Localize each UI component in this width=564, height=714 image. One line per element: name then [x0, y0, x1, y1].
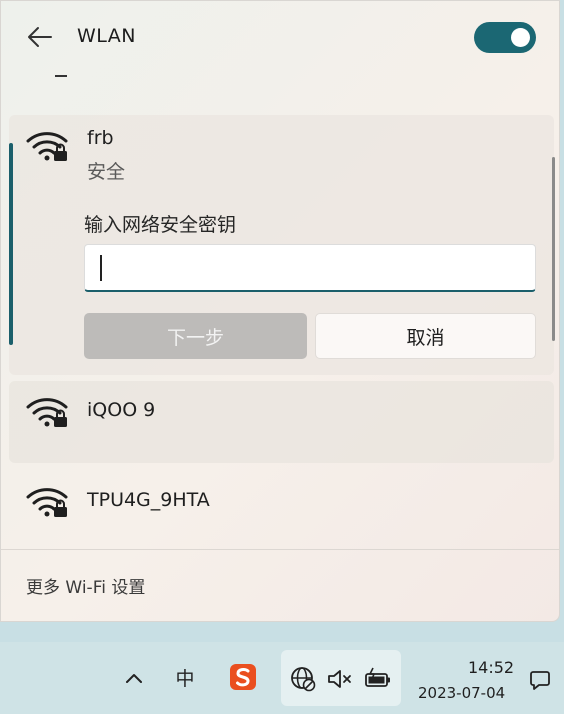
globe-blocked-icon [291, 667, 316, 692]
ime-mode-button[interactable]: 中 [170, 662, 200, 692]
battery-charging-icon [365, 667, 390, 687]
arrow-left-icon [28, 27, 52, 47]
sogou-ime-icon [230, 664, 256, 690]
wifi-secured-icon [26, 132, 68, 161]
clock-date[interactable]: 2023-07-04 [418, 684, 505, 702]
clock-time[interactable]: 14:52 [468, 658, 514, 677]
more-wifi-settings-link[interactable]: 更多 Wi-Fi 设置 [26, 573, 145, 598]
next-button[interactable]: 下一步 [84, 313, 307, 359]
toggle-knob [511, 28, 530, 47]
header-divider [55, 75, 67, 77]
show-hidden-icons-button[interactable] [120, 664, 148, 692]
text-cursor [100, 255, 102, 281]
sogou-ime-button[interactable] [228, 662, 258, 692]
wifi-secured-icon [26, 398, 68, 427]
notification-icon [530, 671, 550, 690]
network-name: TPU4G_9HTA [87, 489, 210, 511]
security-key-input[interactable] [84, 244, 536, 292]
network-status: 安全 [87, 161, 126, 183]
notification-button[interactable] [526, 666, 554, 694]
quick-settings-button[interactable] [281, 650, 401, 706]
footer-divider [1, 549, 559, 550]
page-title: WLAN [77, 25, 137, 47]
cancel-button[interactable]: 取消 [315, 313, 536, 359]
back-button[interactable] [27, 25, 53, 49]
wlan-toggle[interactable] [474, 22, 536, 53]
wifi-secured-icon [26, 488, 68, 517]
chevron-up-icon [126, 674, 142, 683]
volume-muted-icon [328, 670, 351, 688]
network-item-iqoo[interactable] [9, 381, 554, 463]
selected-indicator [9, 143, 13, 345]
wlan-flyout: WLAN frb 安全 输入网络安全密钥 下一步 取消 iQOO 9 TPU4G… [0, 0, 560, 622]
network-name: frb [87, 127, 114, 149]
scrollbar[interactable] [552, 157, 555, 341]
network-name: iQOO 9 [87, 399, 156, 421]
taskbar: 中 14:52 2023-07-04 [0, 642, 564, 714]
flyout-header: WLAN [1, 1, 559, 73]
security-key-label: 输入网络安全密钥 [84, 214, 237, 236]
